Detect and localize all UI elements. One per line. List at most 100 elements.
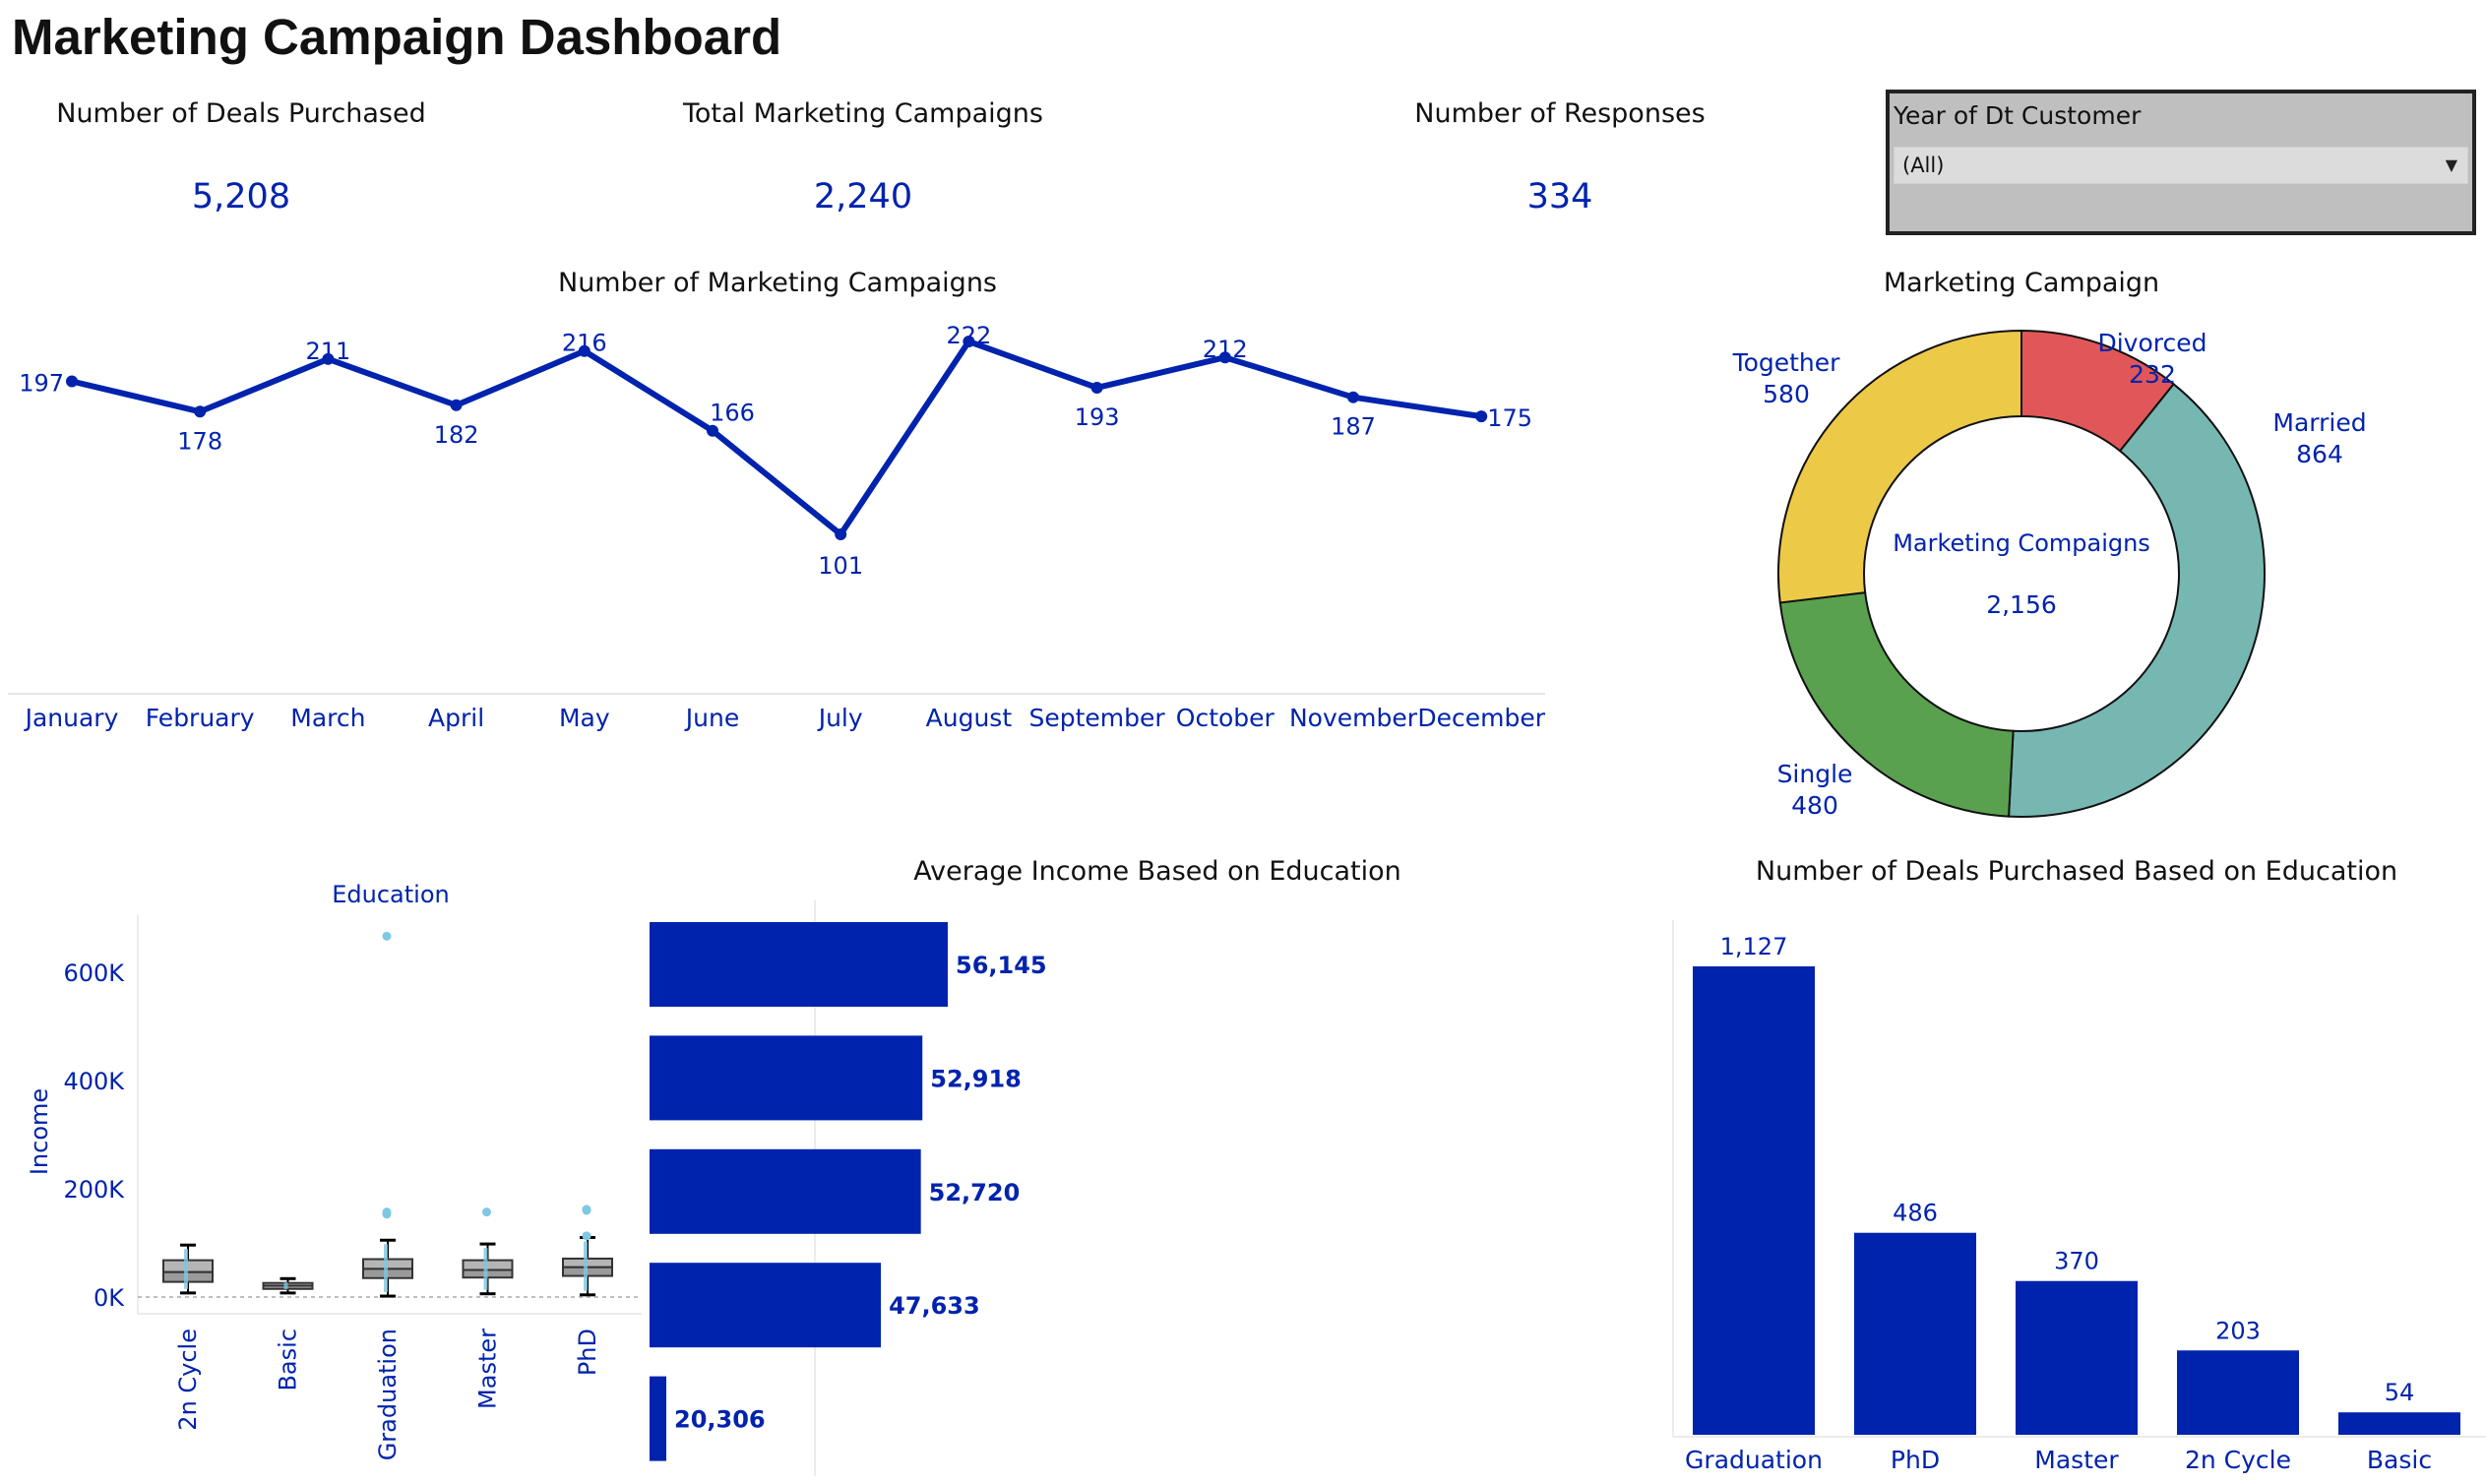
income-bar-master [650, 1035, 923, 1121]
line-chart-title: Number of Marketing Campaigns [557, 268, 998, 298]
income-bar-basic [650, 1376, 667, 1461]
donut-value-married: 864 [2296, 440, 2343, 468]
boxplot-x-tick: Basic [275, 1329, 302, 1391]
donut-label-single: Single [1777, 760, 1853, 788]
kpi-campaigns-value: 2,240 [813, 177, 913, 216]
line-data-label: 216 [562, 330, 607, 357]
line-data-label: 175 [1487, 404, 1532, 432]
kpi-responses-label: Number of Responses [1414, 98, 1706, 129]
income-bar-value: 52,918 [930, 1065, 1022, 1092]
income-bar-value: 47,633 [889, 1292, 980, 1320]
line-x-tick: February [146, 704, 255, 732]
line-data-label: 178 [177, 427, 222, 455]
boxplot-x-tick: Graduation [374, 1329, 402, 1460]
page-title: Marketing Campaign Dashboard [12, 9, 782, 65]
income-bar-value: 20,306 [674, 1406, 766, 1434]
line-x-tick: June [684, 704, 739, 732]
line-point-july [835, 528, 847, 540]
line-data-label: 166 [710, 400, 755, 427]
boxplot-title: Education [332, 881, 449, 908]
line-point-november [1347, 391, 1359, 403]
boxplot-outlier [582, 1231, 591, 1241]
boxplot-outlier [582, 1206, 591, 1215]
line-x-tick: March [290, 704, 365, 732]
donut-center-label: Marketing Compaigns [1893, 529, 2150, 557]
kpi-deals-value: 5,208 [191, 177, 291, 216]
deals-bar-category: 2n Cycle [2185, 1446, 2291, 1474]
boxplot-y-label: Income [26, 1088, 53, 1175]
donut-center-value: 2,156 [1986, 590, 2057, 619]
line-x-tick: September [1029, 704, 1166, 732]
boxplot-x-tick: PhD [574, 1329, 601, 1376]
line-point-january [66, 375, 78, 388]
deals-bar-category: Graduation [1685, 1446, 1823, 1474]
line-data-label: 212 [1203, 336, 1248, 363]
donut-chart-title: Marketing Campaign [1883, 268, 2160, 298]
line-x-tick: July [817, 704, 863, 732]
boxplot-outlier [482, 1207, 491, 1217]
donut-label-divorced: Divorced [2097, 329, 2206, 357]
line-data-label: 193 [1075, 403, 1120, 431]
deals-bar-value: 1,127 [1720, 933, 1788, 960]
kpi-responses-value: 334 [1526, 177, 1593, 216]
income-by-education-bar-chart: 56,145PhD52,918Master52,720Graduation47,… [650, 900, 1047, 1476]
marketing-campaign-donut-chart: Divorced 232 Married 864 Single 480 Together 58… [1732, 329, 2367, 820]
income-bar-2n-cycle [650, 1263, 882, 1348]
deals-bar-value: 370 [2054, 1248, 2099, 1275]
campaigns-line-chart: 197 January 178 February 211 March 182 April 216… [8, 322, 1546, 732]
deals-bar-value: 203 [2215, 1317, 2261, 1344]
kpi-campaigns-label: Total Marketing Campaigns [683, 98, 1043, 129]
deals-bar-2n-cycle [2177, 1350, 2299, 1435]
deals-bar-graduation [1693, 966, 1815, 1435]
chevron-down-icon[interactable]: ▼ [2446, 148, 2457, 183]
line-data-label: 187 [1331, 413, 1376, 441]
year-filter-value: (All) [1902, 154, 1945, 177]
boxplot-y-tick: 0K [93, 1284, 125, 1312]
line-point-february [194, 405, 207, 418]
donut-value-together: 580 [1763, 380, 1810, 408]
line-point-april [450, 399, 463, 411]
line-x-tick: April [428, 704, 484, 732]
donut-value-single: 480 [1791, 791, 1838, 820]
deals-bar-category: Basic [2367, 1446, 2432, 1474]
kpi-deals-label: Number of Deals Purchased [56, 98, 426, 129]
income-bar-graduation [650, 1148, 921, 1234]
line-point-december [1475, 410, 1488, 423]
deals-bar-value: 54 [2385, 1379, 2415, 1406]
boxplot-y-tick: 600K [63, 959, 125, 987]
deals-by-education-bar-chart: 1,127 Graduation 486 PhD 370 Master 203 2n Cycl… [1672, 920, 2486, 1474]
line-x-tick: August [926, 704, 1013, 732]
deals-bar-master [2016, 1280, 2138, 1435]
boxplot-outlier [382, 931, 392, 941]
line-point-september [1090, 381, 1103, 394]
boxplot-x-tick: 2n Cycle [174, 1329, 202, 1431]
year-filter-dropdown[interactable]: (All) ▼ [1894, 147, 2468, 184]
line-data-label: 182 [434, 421, 479, 449]
boxplot-y-tick: 400K [63, 1068, 125, 1095]
deals-bar-basic [2338, 1412, 2460, 1435]
line-x-tick: December [1417, 704, 1545, 732]
line-x-tick: May [559, 704, 610, 732]
income-bar-value: 56,145 [956, 952, 1047, 979]
line-data-label: 197 [19, 369, 64, 397]
boxplot-outlier [382, 1209, 392, 1219]
line-data-label: 101 [818, 552, 863, 580]
donut-label-together: Together [1732, 348, 1841, 377]
deals-bar-chart-title: Number of Deals Purchased Based on Educa… [1755, 856, 2398, 887]
line-x-tick: January [24, 704, 119, 732]
income-boxplot-chart: Education 0K 200K 400K 600K Income 2n Cycle Bas… [26, 881, 642, 1460]
deals-bar-category: PhD [1891, 1446, 1940, 1474]
line-data-label: 211 [305, 338, 350, 365]
campaigns-series-line [71, 339, 1482, 537]
boxplot-y-tick: 200K [63, 1176, 125, 1204]
boxplot-x-tick: Master [474, 1329, 502, 1409]
year-filter-title: Year of Dt Customer [1894, 101, 2142, 130]
line-x-tick: October [1176, 704, 1275, 732]
line-x-tick: November [1289, 704, 1418, 732]
donut-label-married: Married [2272, 408, 2366, 437]
donut-value-divorced: 232 [2129, 360, 2176, 389]
income-bar-phd [650, 922, 948, 1007]
line-data-label: 222 [946, 322, 991, 349]
income-bar-chart-title: Average Income Based on Education [913, 856, 1401, 887]
deals-bar-value: 486 [1893, 1200, 1938, 1227]
